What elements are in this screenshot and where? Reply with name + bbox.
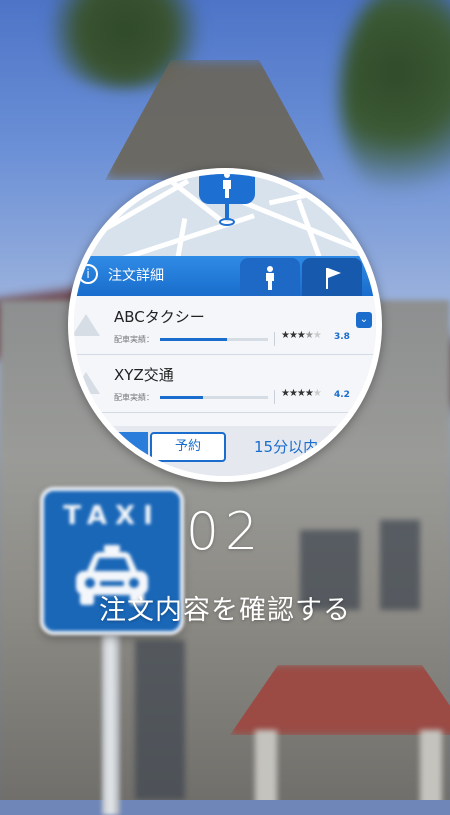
sign-pole [102,635,120,815]
stars-empty: ★ [312,330,322,341]
primary-action-segment[interactable] [74,432,148,464]
info-icon[interactable]: i [78,264,98,284]
tab-flag[interactable] [302,258,362,296]
performance-label: 配車実績： [114,393,154,402]
porch-pillar [420,730,442,800]
divider [274,332,275,346]
person-icon [223,174,231,198]
taxi-company-list: ABCタクシー 配車実績： ★★★★★ 3.8 ⌄ XYZ交通 配車実績： ★★… [74,296,376,446]
porch-pillar [255,730,277,800]
order-detail-bar: i 注文詳細 [74,256,376,296]
stars-filled: ★★★★ [281,388,314,399]
flag-icon [326,268,341,289]
performance-bar [160,338,227,341]
building-window [135,640,185,800]
bottom-action-bar: 予約 15分以内 [74,426,376,476]
eta-text: 15分以内 [254,438,319,456]
order-detail-title: 注文詳細 [108,268,164,284]
rating-value: 4.2 [334,390,350,400]
step-title: 注文内容を確認する [99,595,351,626]
rating-stars: ★★★★★ [281,330,322,341]
performance-bar [160,396,203,399]
rating-stars: ★★★★★ [281,388,322,399]
stars-empty: ★ [312,388,322,399]
company-name: XYZ交通 [114,366,174,384]
performance-label: 配車実績： [114,335,154,344]
map-view[interactable] [74,174,376,258]
list-item[interactable]: XYZ交通 配車実績： ★★★★★ 4.2 [74,354,376,413]
tab-walk[interactable] [240,258,300,296]
divider [274,390,275,404]
map-pin[interactable] [199,174,255,204]
row-marker [74,314,100,336]
stars-half: ★ [304,330,314,341]
stars-filled: ★★★ [281,330,306,341]
step-number: 02 [185,502,265,562]
company-name: ABCタクシー [114,308,205,326]
magnifier-lens: i 注文詳細 ABCタクシー 配車実績： ★★★★★ 3.8 ⌄ XYZ交通 配… [68,168,382,482]
reserve-button[interactable]: 予約 [150,432,226,462]
map-pin-target [219,218,235,226]
chevron-down-icon[interactable]: ⌄ [356,312,372,328]
walking-person-icon [266,266,274,290]
rating-value: 3.8 [334,332,350,342]
row-marker [74,372,100,394]
list-item[interactable]: ABCタクシー 配車実績： ★★★★★ 3.8 ⌄ [74,296,376,355]
